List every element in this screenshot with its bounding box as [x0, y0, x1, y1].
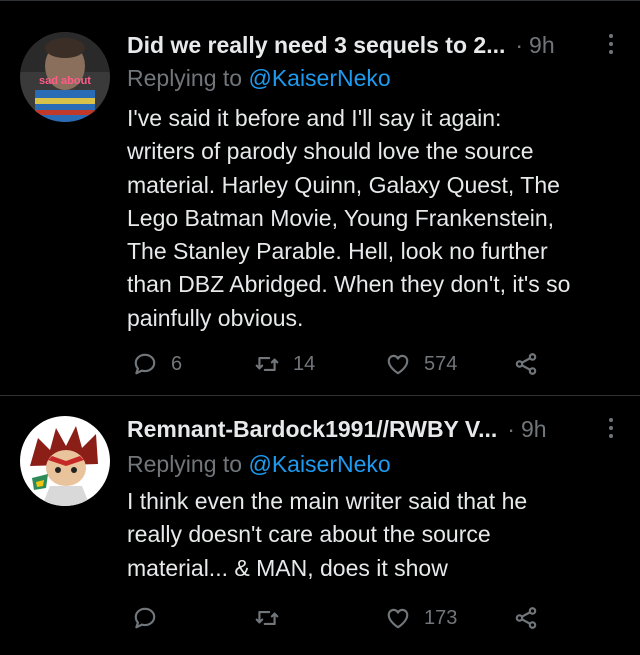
tweet[interactable]: Remnant-Bardock1991//RWBY V... · 9h Replyi…	[0, 396, 640, 655]
more-icon[interactable]	[608, 418, 614, 440]
replying-prefix: Replying to	[127, 65, 243, 91]
like-count: 574	[424, 352, 458, 375]
more-icon[interactable]	[608, 34, 614, 56]
tweet-text-line: The Stanley Parable. Hell, look no furth…	[127, 238, 548, 265]
reply-icon	[134, 353, 156, 375]
share-button[interactable]	[513, 347, 539, 381]
like-icon	[387, 354, 409, 375]
avatar[interactable]: sad about	[20, 32, 110, 122]
replying-handle[interactable]: @KaiserNeko	[248, 451, 390, 477]
retweet-button[interactable]: 14	[254, 347, 315, 381]
replying-to: Replying to @KaiserNeko	[127, 448, 391, 480]
tweet-text-line: painfully obvious.	[127, 304, 304, 331]
timestamp[interactable]: 9h	[521, 416, 547, 442]
like-button[interactable]: 173	[385, 601, 457, 635]
tweet-text-line: I think even the main writer said that h…	[127, 488, 528, 514]
tweet-text-line: Lego Batman Movie, Young Frankenstein,	[127, 204, 555, 231]
like-icon	[387, 608, 409, 629]
retweet-button[interactable]	[254, 601, 293, 635]
replying-to: Replying to @KaiserNeko	[127, 62, 391, 94]
tweet-text-line: material... & MAN, does it show	[127, 554, 448, 581]
tweet-text-line: material. Harley Quinn, Galaxy Quest, Th…	[127, 171, 560, 198]
tweet-text: I've said it before and I'll say it agai…	[127, 102, 617, 335]
reply-icon	[134, 607, 156, 629]
reply-button[interactable]	[132, 601, 171, 635]
tweet[interactable]: sad about Did we really need 3 sequels t…	[0, 0, 640, 395]
share-icon	[515, 353, 537, 375]
tweet-text-line: writers of parody should love the source	[127, 138, 534, 165]
share-button[interactable]	[513, 601, 539, 635]
avatar[interactable]	[20, 416, 110, 506]
timestamp[interactable]: 9h	[529, 32, 555, 58]
like-button[interactable]: 574	[385, 347, 457, 381]
retweet-count: 14	[293, 352, 316, 375]
share-icon	[515, 607, 537, 629]
avatar-caption: sad about	[39, 75, 91, 87]
tweet-text-line: really doesn't care about the source	[127, 521, 491, 548]
tweet-header: Did we really need 3 sequels to 2... · 9h	[127, 28, 640, 62]
replying-prefix: Replying to	[127, 451, 243, 477]
display-name[interactable]: Remnant-Bardock1991//RWBY V...	[127, 412, 497, 446]
display-name[interactable]: Did we really need 3 sequels to 2...	[127, 28, 505, 62]
reply-count: 6	[171, 352, 183, 375]
tweet-actions: 6 14 574	[0, 347, 640, 381]
separator: ·	[507, 416, 515, 442]
tweet-header: Remnant-Bardock1991//RWBY V... · 9h	[127, 412, 640, 446]
tweet-actions: 173	[0, 601, 640, 635]
retweet-icon	[255, 356, 279, 372]
retweet-icon	[255, 610, 279, 626]
separator: ·	[515, 32, 524, 58]
reply-button[interactable]: 6	[132, 347, 182, 381]
replying-handle[interactable]: @KaiserNeko	[248, 65, 390, 91]
tweet-text-line: I've said it before and I'll say it agai…	[127, 105, 502, 131]
like-count: 173	[424, 606, 458, 629]
tweet-text: I think even the main writer said that h…	[127, 485, 617, 585]
tweet-text-line: than DBZ Abridged. When they don't, it's…	[127, 271, 571, 298]
